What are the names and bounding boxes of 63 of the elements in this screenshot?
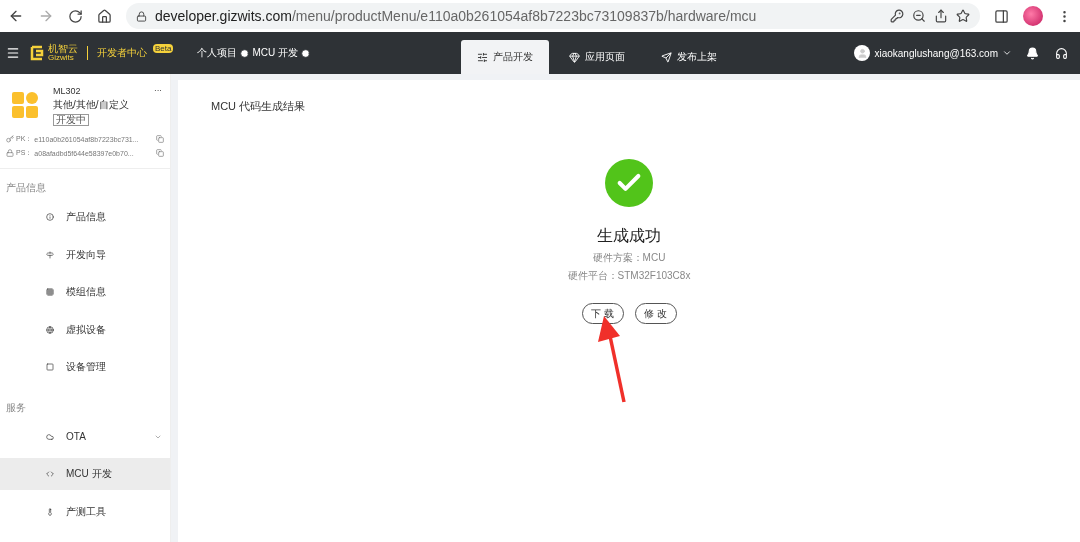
section-heading: 服务 — [5, 400, 27, 415]
info-icon — [46, 213, 54, 221]
logo-subtext: Gizwits — [48, 54, 75, 62]
zoom-out-icon[interactable] — [912, 9, 926, 23]
globe-icon — [46, 325, 54, 334]
sidebar-item[interactable]: 模组信息 — [0, 276, 170, 308]
result-detail: 硬件方案：MCU — [592, 251, 666, 265]
sidebar-item[interactable]: 开发向导 — [0, 238, 170, 271]
code-icon — [46, 470, 54, 478]
success-icon — [605, 159, 653, 207]
reload-icon[interactable] — [68, 8, 83, 24]
section-heading: 产品信息 — [5, 181, 47, 195]
sidebar-item[interactable]: 设备管理 — [0, 351, 170, 383]
sidebar-item[interactable]: 产测工具 — [0, 495, 170, 528]
sidebar-item[interactable]: OTA — [0, 420, 170, 453]
sidebar-item[interactable]: 产品信息 — [0, 201, 170, 233]
result-detail: 硬件平台：STM32F103C8x — [567, 269, 691, 283]
more-button[interactable]: ··· — [154, 86, 162, 95]
cloud-icon — [46, 432, 54, 441]
back-icon[interactable] — [8, 8, 24, 24]
headset-icon[interactable] — [1055, 46, 1068, 60]
key-icon[interactable] — [890, 9, 904, 23]
side-panel-icon[interactable] — [994, 8, 1009, 24]
bell-icon[interactable] — [1026, 46, 1039, 60]
breadcrumb[interactable]: MCU 开发 — [252, 46, 299, 60]
lock-icon — [136, 10, 147, 22]
breadcrumb[interactable]: 个人项目 — [197, 46, 238, 60]
sidebar-item[interactable]: 虚拟设备 — [0, 313, 170, 346]
user-email[interactable]: xiaokanglushang@163.com — [874, 47, 998, 59]
square-icon — [46, 363, 54, 371]
product-icon — [12, 92, 38, 118]
nav-tab[interactable]: 产品开发 — [461, 40, 550, 74]
home-icon[interactable] — [97, 8, 112, 24]
dropdown-icon[interactable] — [1002, 48, 1012, 58]
status-tag: 开发中 — [53, 114, 89, 126]
product-name: ML302 — [53, 86, 82, 96]
page-title: MCU 代码生成结果 — [211, 99, 306, 114]
signpost-icon — [46, 250, 54, 259]
url-path: /menu/productMenu/e110a0b261054af8b7223bc73109837b/hardware/mcu — [291, 8, 758, 24]
nav-tab[interactable]: 发布上架 — [645, 40, 734, 74]
lock-icon — [6, 149, 14, 157]
nav-tab[interactable]: 应用页面 — [553, 40, 642, 74]
share-icon[interactable] — [934, 9, 948, 23]
logo-icon — [30, 45, 44, 61]
diamond-icon — [569, 51, 581, 63]
sliders-icon — [477, 51, 489, 63]
portal-title: 开发者中心 — [97, 46, 147, 60]
menu-icon[interactable] — [6, 46, 20, 60]
thermometer-icon — [46, 507, 54, 516]
user-avatar[interactable] — [854, 45, 871, 61]
result-title: 生成成功 — [597, 226, 661, 246]
action-button[interactable]: 修 改 — [634, 303, 677, 324]
star-icon[interactable] — [956, 9, 970, 23]
action-button[interactable]: 下 载 — [581, 303, 624, 324]
beta-badge: Beta — [153, 43, 174, 53]
key-icon — [6, 135, 14, 143]
logo-text: 机智云 — [48, 44, 78, 54]
send-icon — [661, 51, 673, 63]
address-bar[interactable]: developer.gizwits.com/menu/productMenu/e110a0b261054af8b7223bc73109837b/hardware/mcu — [126, 3, 980, 29]
url-host: developer.gizwits.com — [155, 8, 292, 24]
product-category: 其他/其他/自定义 — [53, 98, 129, 112]
profile-avatar[interactable] — [1023, 6, 1043, 26]
sidebar-item[interactable]: MCU 开发 — [0, 458, 170, 490]
